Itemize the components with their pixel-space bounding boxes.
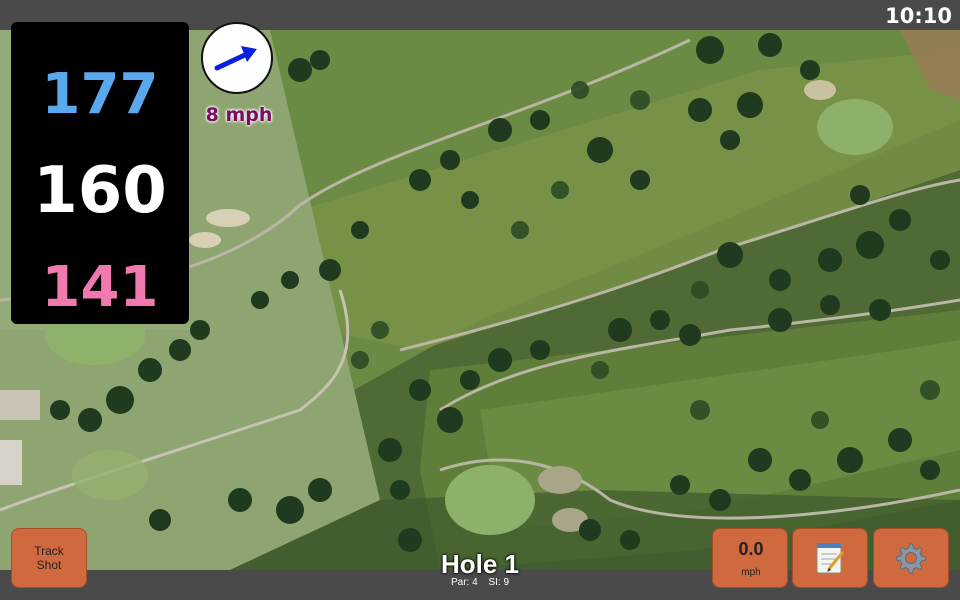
wind-direction-indicator xyxy=(201,22,273,94)
hole-title: Hole 1 xyxy=(440,549,520,579)
speed-button[interactable]: 0.0 mph xyxy=(712,528,788,588)
back-distance: 177 xyxy=(41,62,159,127)
hole-stroke-index: SI: 9 xyxy=(488,577,510,588)
wind-speed: 8 mph xyxy=(205,104,273,126)
track-shot-button[interactable]: Track Shot xyxy=(11,528,87,588)
middle-distance: 160 xyxy=(33,154,167,228)
track-shot-label-line1: Track xyxy=(34,544,64,558)
wind-arrow-icon xyxy=(214,46,257,71)
front-distance: 141 xyxy=(41,255,159,320)
hole-par: Par: 4 xyxy=(450,577,478,588)
distance-panel: 177 160 141 xyxy=(11,22,189,324)
speed-unit: mph xyxy=(741,567,761,578)
speed-value: 0.0 xyxy=(738,539,764,559)
track-shot-label-line2: Shot xyxy=(36,558,62,572)
notes-button[interactable] xyxy=(792,528,868,588)
gear-icon xyxy=(896,543,926,574)
hole-info: Par: 4 SI: 9 xyxy=(380,577,580,588)
clock: 10:10 xyxy=(885,4,952,28)
notepad-icon xyxy=(816,543,844,574)
settings-button[interactable] xyxy=(873,528,949,588)
